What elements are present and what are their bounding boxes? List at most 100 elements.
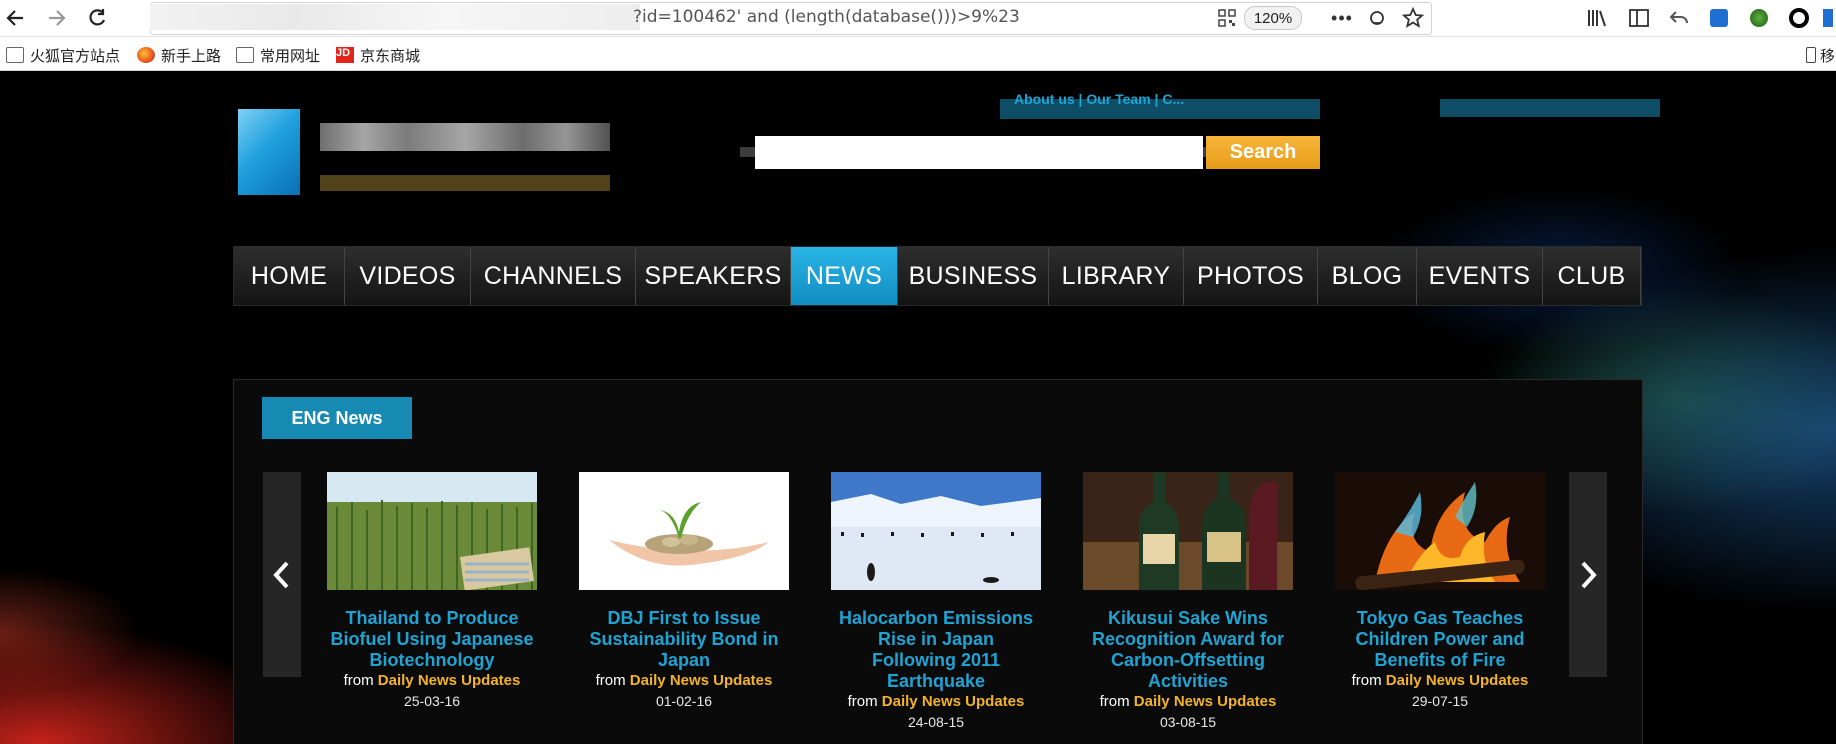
sugarcane-field-image[interactable] [327, 472, 537, 590]
news-headline[interactable]: Tokyo Gas Teaches Children Power and Ben… [1334, 608, 1546, 671]
nav-club[interactable]: CLUB [1543, 247, 1641, 305]
news-item[interactable]: Tokyo Gas Teaches Children Power and Ben… [1334, 472, 1546, 711]
top-right-links-redacted [1440, 99, 1660, 117]
news-source[interactable]: Daily News Updates [882, 693, 1025, 710]
library-icon [1588, 10, 1606, 27]
bookmark-item[interactable]: 火狐官方站点 [6, 45, 120, 65]
news-item[interactable]: DBJ First to Issue Sustainability Bond i… [578, 472, 790, 711]
extension-green-icon [1750, 9, 1768, 27]
news-headline[interactable]: Halocarbon Emissions Rise in Japan Follo… [830, 608, 1042, 692]
from-label: from [1099, 693, 1130, 710]
bookmark-label: 京东商城 [360, 47, 421, 65]
extension-ring-icon [1789, 8, 1809, 28]
search-button[interactable]: Search [1206, 136, 1320, 169]
news-item[interactable]: Halocarbon Emissions Rise in Japan Follo… [830, 472, 1042, 732]
jd-icon: JD [336, 47, 354, 63]
news-date: 25-03-16 [403, 693, 461, 709]
qr-code-button[interactable] [1212, 3, 1242, 33]
chevron-left-icon [273, 561, 289, 588]
chevron-right-icon [1581, 561, 1597, 588]
bookmark-label: 火狐官方站点 [30, 47, 121, 65]
search-input[interactable] [755, 136, 1203, 169]
extension-button-3[interactable] [1784, 3, 1814, 33]
extension-blue-icon [1710, 9, 1728, 27]
news-item[interactable]: Thailand to Produce Biofuel Using Japane… [326, 472, 538, 711]
mobile-bookmarks[interactable]: 移 [1806, 45, 1835, 65]
news-headline[interactable]: Kikusui Sake Wins Recognition Award for … [1082, 608, 1294, 692]
carousel-next-button[interactable] [1569, 472, 1607, 677]
nav-library[interactable]: LIBRARY [1049, 247, 1184, 305]
bookmark-star-button[interactable] [1398, 3, 1428, 33]
sidebar-icon [1629, 9, 1649, 27]
main-navigation: HOME VIDEOS CHANNELS SPEAKERS NEWS BUSIN… [233, 246, 1642, 306]
fire-image[interactable] [1335, 472, 1545, 590]
news-headline[interactable]: DBJ First to Issue Sustainability Bond i… [578, 608, 790, 671]
nav-news[interactable]: NEWS [791, 247, 898, 305]
bookmark-item[interactable]: 新手上路 [137, 45, 221, 65]
logo-text-redacted [320, 123, 610, 151]
news-date: 03-08-15 [1159, 714, 1217, 730]
undo-button[interactable] [1664, 3, 1694, 33]
sidebar-button[interactable] [1624, 3, 1654, 33]
nav-events[interactable]: EVENTS [1417, 247, 1543, 305]
extension-button-4[interactable] [1820, 3, 1836, 33]
news-headline[interactable]: Thailand to Produce Biofuel Using Japane… [326, 608, 538, 671]
news-source[interactable]: Daily News Updates [1386, 672, 1529, 689]
eng-news-tab[interactable]: ENG News [262, 397, 412, 439]
nav-business[interactable]: BUSINESS [898, 247, 1049, 305]
extension-partial-icon [1823, 9, 1833, 27]
nav-videos[interactable]: VIDEOS [345, 247, 471, 305]
news-source[interactable]: Daily News Updates [1134, 693, 1277, 710]
bookmark-item[interactable]: JD 京东商城 [336, 45, 420, 65]
url-text: ?id=100462' and (length(database()))>9%2… [633, 7, 1020, 27]
news-byline: from Daily News Updates [830, 692, 1042, 712]
news-date: 01-02-16 [655, 693, 713, 709]
news-source[interactable]: Daily News Updates [630, 672, 773, 689]
more-dots-icon: ••• [1331, 7, 1353, 28]
library-button[interactable] [1582, 3, 1612, 33]
nav-channels[interactable]: CHANNELS [471, 247, 636, 305]
url-redacted-region [150, 4, 640, 30]
news-date: 24-08-15 [907, 714, 965, 730]
news-item[interactable]: Kikusui Sake Wins Recognition Award for … [1082, 472, 1294, 732]
coins-hands-plant-image[interactable] [579, 472, 789, 590]
carousel-prev-button[interactable] [263, 472, 301, 677]
news-byline: from Daily News Updates [578, 671, 790, 691]
nav-blog[interactable]: BLOG [1318, 247, 1417, 305]
browser-toolbar: ?id=100462' and (length(database()))>9%2… [0, 0, 1836, 37]
logo-tagline-redacted [320, 175, 610, 191]
logo-mark-icon [238, 109, 300, 195]
nav-photos[interactable]: PHOTOS [1184, 247, 1318, 305]
from-label: from [847, 693, 878, 710]
pocket-button[interactable] [1362, 3, 1392, 33]
reload-button[interactable] [82, 3, 112, 33]
sake-bottles-image[interactable] [1083, 472, 1293, 590]
news-date: 29-07-15 [1411, 693, 1469, 709]
from-label: from [595, 672, 626, 689]
forward-button[interactable] [42, 3, 72, 33]
folder-icon [6, 47, 24, 63]
site-logo[interactable] [238, 109, 638, 199]
extension-button-1[interactable] [1704, 3, 1734, 33]
web-page: About us | Our Team | C... Search HOME V… [0, 71, 1836, 744]
zoom-level-badge[interactable]: 120% [1244, 6, 1302, 30]
nav-home[interactable]: HOME [234, 247, 345, 305]
top-links[interactable]: About us | Our Team | C... [1014, 91, 1184, 107]
extension-button-2[interactable] [1744, 3, 1774, 33]
undo-arrow-icon [1669, 11, 1688, 24]
reload-icon [89, 9, 106, 26]
news-source[interactable]: Daily News Updates [378, 672, 521, 689]
back-button[interactable] [0, 3, 30, 33]
mobile-bookmarks-label: 移 [1820, 47, 1836, 65]
nav-speakers[interactable]: SPEAKERS [636, 247, 791, 305]
penguins-ice-image[interactable] [831, 472, 1041, 590]
star-icon [1402, 7, 1424, 28]
page-actions-button[interactable]: ••• [1327, 3, 1357, 33]
news-byline: from Daily News Updates [326, 671, 538, 691]
bookmark-item[interactable]: 常用网址 [236, 45, 320, 65]
bookmark-label: 常用网址 [260, 47, 321, 65]
pocket-icon [1370, 11, 1384, 25]
forward-arrow-icon [49, 10, 66, 26]
firefox-icon [137, 47, 155, 63]
folder-icon [236, 47, 254, 63]
